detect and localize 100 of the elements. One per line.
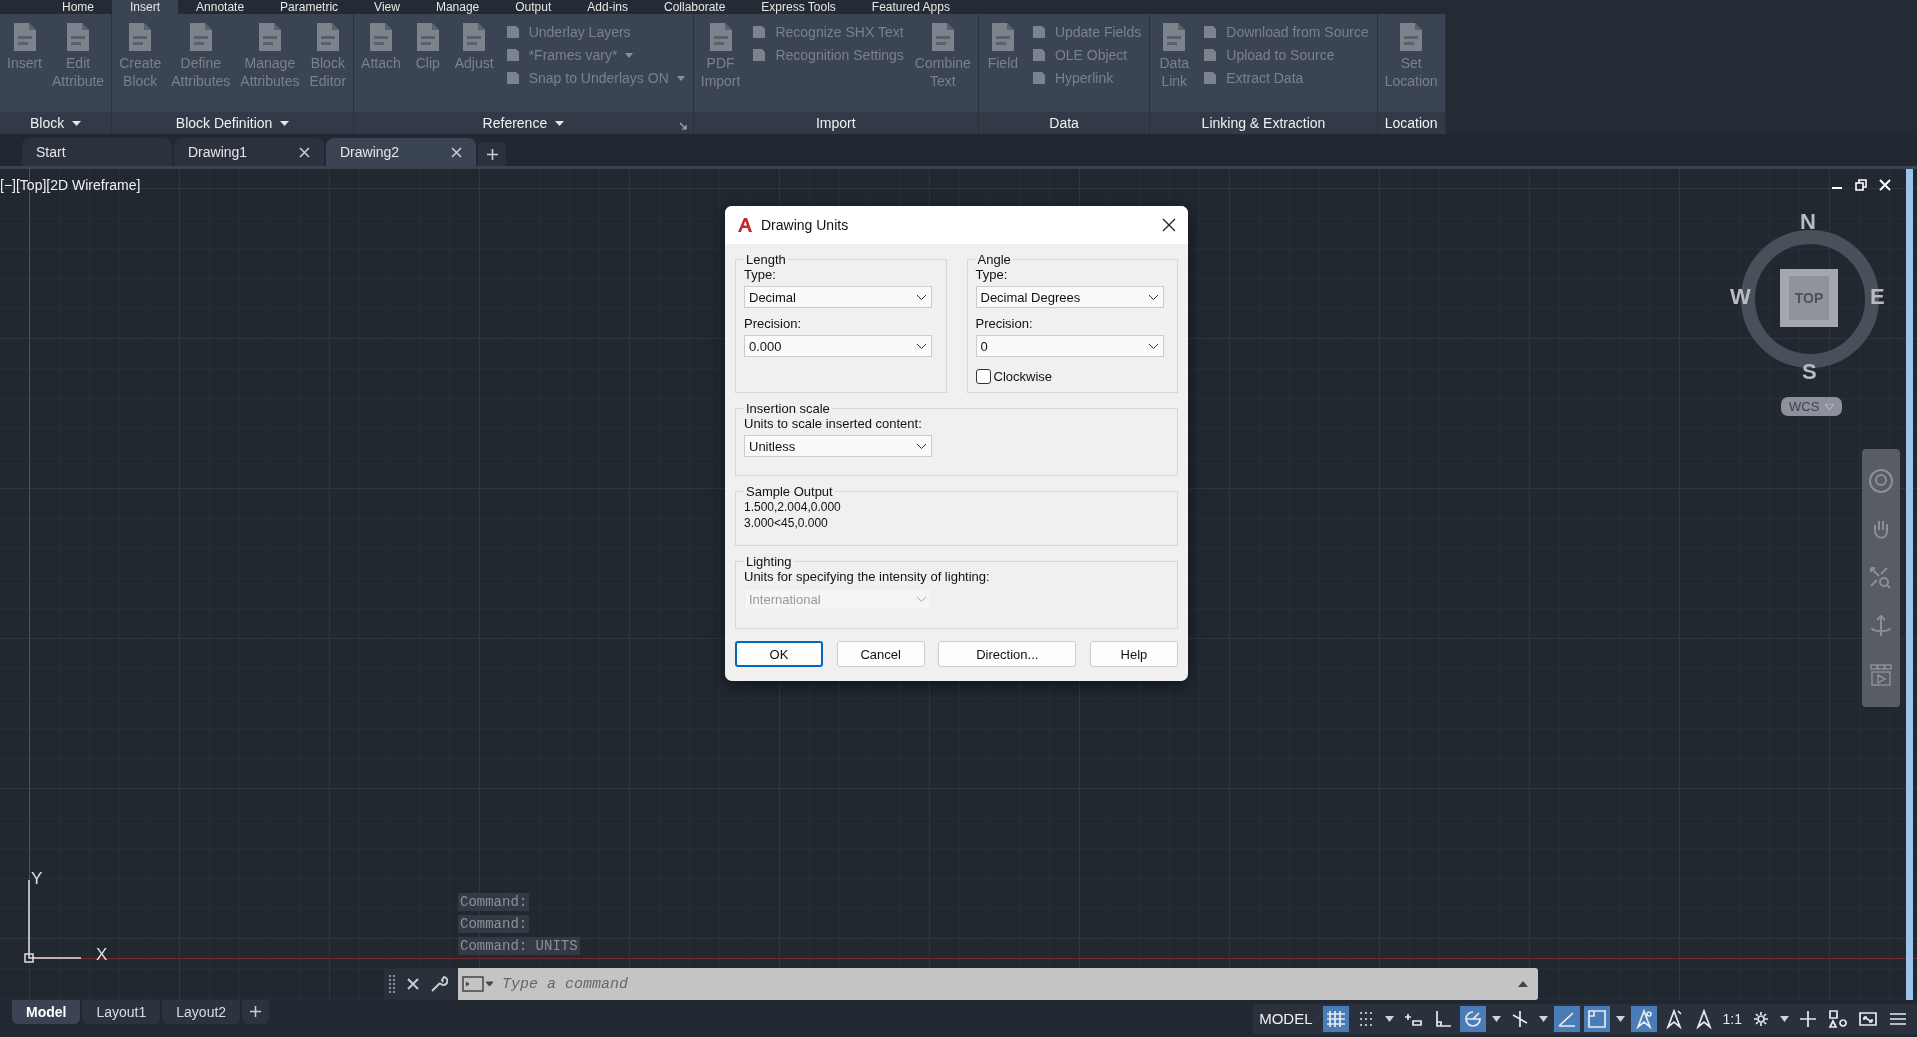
dialog-button[interactable]: OK [735,641,823,667]
ribbon-tab[interactable]: Featured Apps [853,0,968,14]
ribbon-tab[interactable]: Express Tools [743,0,854,14]
ribbon-tab[interactable]: View [356,0,418,14]
annotation-scale-button[interactable]: 1:1 [1720,1010,1744,1027]
sheet-icon [504,47,521,63]
caret-icon[interactable] [1384,1015,1394,1022]
chevron-icon [1147,342,1159,350]
dialog-title: Drawing Units [761,217,849,233]
plus-icon [1798,1008,1818,1029]
dropdown[interactable]: 0 [975,335,1164,357]
checkbox-label[interactable]: Clockwise [993,369,1052,384]
ribbon-tab[interactable]: Manage [417,0,498,14]
layout-tab[interactable]: Model [12,1000,81,1024]
sheet-icon [504,24,521,40]
polar-icon [1462,1008,1483,1029]
caret-icon[interactable] [1780,1015,1789,1022]
sheet-icon [751,47,768,63]
new-layout-button[interactable] [242,1000,270,1024]
panel-title[interactable]: Linking & Extraction [1201,115,1326,131]
document-tab[interactable]: Drawing2 [326,138,476,166]
layout-tab[interactable]: Layout1 [82,1000,161,1024]
ribbon-tab[interactable]: Collaborate [646,0,744,14]
caret-icon[interactable] [1538,1015,1548,1022]
app-logo-icon [737,217,753,233]
caret-icon[interactable] [1491,1015,1501,1022]
caret-icon[interactable] [1615,1015,1625,1022]
ribbon-tab[interactable]: Home [44,0,112,14]
model-space-button[interactable]: MODEL [1253,1010,1319,1027]
compass-label: W [1730,284,1751,310]
panel-title[interactable]: Reference [482,115,548,131]
grid-icon [1325,1008,1346,1029]
plus-icon [250,1006,262,1017]
layout-tab[interactable]: Layout2 [162,1000,241,1024]
field-label: Type: [744,267,776,282]
checkbox[interactable] [975,369,991,384]
angle-toggle[interactable] [1553,1005,1580,1032]
chevron-icon [916,293,927,301]
sheet-icon [751,24,768,40]
dropdown[interactable]: Unitless [744,435,932,457]
scrollbar[interactable] [1906,169,1913,1000]
panel-title[interactable]: Block [29,115,65,131]
sheet-icon [1202,70,1219,86]
axis-label: X [96,945,108,965]
caret-icon [625,52,634,58]
chevron-icon [916,342,927,350]
panel-title[interactable]: Data [1049,115,1079,131]
group-label: Angle [976,252,1012,267]
dialog-button[interactable]: Cancel [836,641,925,667]
caret-icon[interactable] [280,120,290,126]
caret-icon[interactable] [72,120,82,126]
document-tab[interactable]: Drawing1 [174,138,324,166]
plus-icon [486,148,498,160]
field-label: Precision: [975,316,1033,331]
compass-label: N [1800,209,1816,235]
annotation-toggle[interactable] [1630,1005,1657,1032]
chevron-icon [916,595,927,603]
close-icon[interactable] [1162,218,1176,232]
square-toggle[interactable] [1583,1005,1610,1032]
ribbon-tab[interactable]: Parametric [262,0,357,14]
ribbon-tab[interactable]: Output [497,0,570,14]
ribbon-tab[interactable]: Annotate [178,0,263,14]
sheet-icon [1030,47,1047,63]
panel-title[interactable]: Block Definition [175,115,273,131]
viewport-controls[interactable]: [−][Top][2D Wireframe] [0,177,141,193]
dropdown[interactable]: 0.000 [744,335,932,357]
sheet-icon [1202,24,1219,40]
compass-label: S [1802,359,1817,385]
panel-title[interactable]: Location [1384,115,1438,131]
caret-icon[interactable] [1518,981,1528,987]
command-bar[interactable]: Type a command [458,968,1538,1000]
grip-icon[interactable] [388,973,396,995]
ribbon-tab[interactable]: Add-ins [569,0,646,14]
command-prompt-icon[interactable] [462,975,494,993]
field-label: Type: [975,267,1008,282]
sheet-icon [504,70,521,86]
dropdown[interactable]: Decimal [744,286,932,308]
dropdown[interactable]: Decimal Degrees [975,286,1164,308]
sample-output-text: 3.000<45,0.000 [744,515,828,531]
field-label: Units for specifying the intensity of lighting: [744,569,990,584]
field-label: Precision: [744,316,802,331]
caret-icon[interactable] [555,120,565,126]
dialog-button[interactable]: Help [1089,641,1178,667]
group-label: Insertion scale [745,401,831,416]
group-label: Sample Output [745,484,834,499]
group-label: Length [745,252,787,267]
axis-label: Y [31,869,43,889]
document-tab[interactable]: Start [22,138,172,166]
launcher-arrow-icon[interactable] [678,122,687,130]
restore-icon[interactable] [1855,179,1867,191]
ribbon-tab[interactable]: Insert [112,0,179,14]
polar-toggle[interactable] [1459,1005,1486,1032]
compass-label: E [1870,284,1885,310]
panel-title[interactable]: Import [815,115,856,131]
dialog-button[interactable]: Direction... [938,641,1077,667]
grid-toggle[interactable] [1322,1005,1349,1032]
new-tab-button[interactable] [478,142,506,166]
caret-icon [1825,403,1835,410]
chevron-icon [916,442,927,450]
group-label: Lighting [745,554,793,569]
